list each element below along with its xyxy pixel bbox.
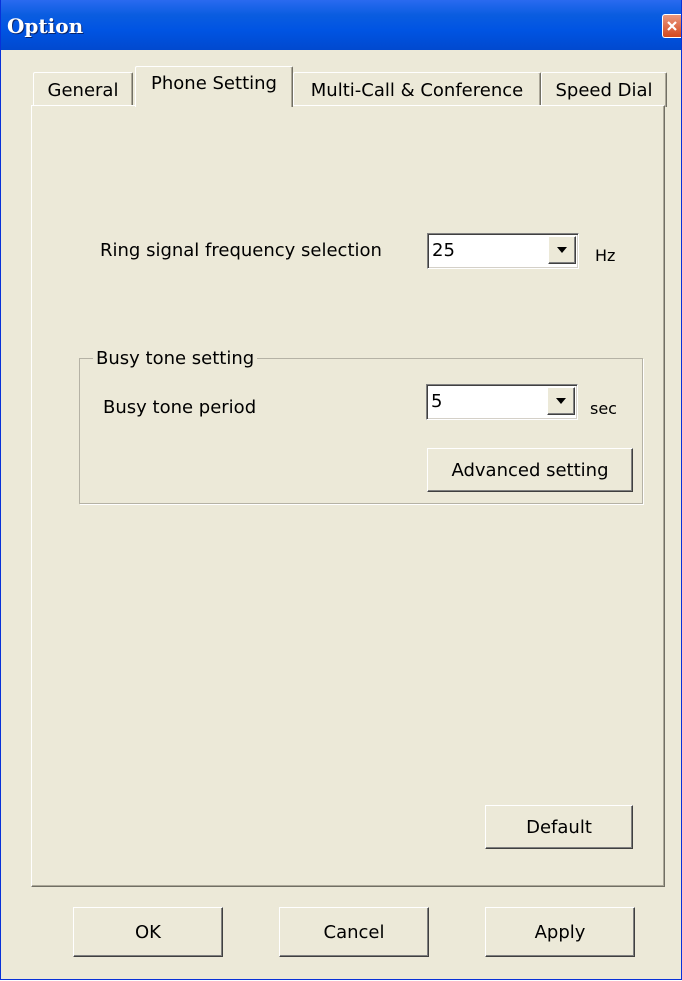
- tab-phone-setting[interactable]: Phone Setting: [135, 66, 293, 107]
- chevron-down-icon: [557, 247, 567, 253]
- apply-button[interactable]: Apply: [485, 907, 635, 957]
- cancel-button-label: Cancel: [323, 921, 385, 943]
- ring-frequency-value: 25: [432, 240, 455, 261]
- default-button-label: Default: [526, 816, 592, 838]
- chevron-down-icon: [556, 398, 566, 404]
- busy-tone-period-unit: sec: [590, 399, 617, 418]
- ring-frequency-select[interactable]: 25: [427, 233, 579, 269]
- option-dialog: Option General Multi-Call & Conference S…: [0, 0, 682, 980]
- busy-tone-period-dropdown-button[interactable]: [547, 387, 575, 415]
- busy-tone-period-select[interactable]: 5: [426, 384, 578, 420]
- ring-frequency-label: Ring signal frequency selection: [100, 240, 382, 261]
- busy-tone-period-value: 5: [431, 391, 443, 412]
- tab-speed-dial-label: Speed Dial: [555, 79, 653, 101]
- default-button[interactable]: Default: [485, 805, 633, 849]
- tab-general-label: General: [47, 79, 119, 101]
- ring-frequency-unit: Hz: [595, 246, 616, 265]
- tab-speed-dial[interactable]: Speed Dial: [541, 72, 667, 107]
- close-button[interactable]: [662, 14, 681, 38]
- ring-frequency-dropdown-button[interactable]: [548, 236, 576, 264]
- tab-general[interactable]: General: [33, 72, 133, 107]
- ok-button[interactable]: OK: [73, 907, 223, 957]
- title-bar[interactable]: Option: [1, 0, 681, 50]
- tab-multi-call-conference[interactable]: Multi-Call & Conference: [293, 72, 541, 107]
- advanced-setting-button-label: Advanced setting: [451, 459, 609, 481]
- window-title: Option: [7, 14, 84, 38]
- ok-button-label: OK: [135, 921, 161, 943]
- tab-phone-setting-label: Phone Setting: [151, 72, 277, 94]
- tab-multi-call-conference-label: Multi-Call & Conference: [310, 79, 524, 101]
- advanced-setting-button[interactable]: Advanced setting: [427, 448, 633, 492]
- busy-tone-period-label: Busy tone period: [103, 397, 257, 418]
- busy-tone-group-label: Busy tone setting: [93, 348, 258, 369]
- close-icon: [667, 21, 677, 31]
- cancel-button[interactable]: Cancel: [279, 907, 429, 957]
- apply-button-label: Apply: [534, 921, 586, 943]
